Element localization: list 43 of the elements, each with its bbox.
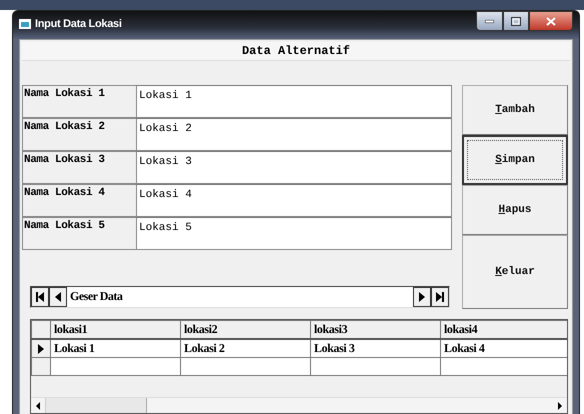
command-button[interactable]: Keluar bbox=[462, 235, 568, 309]
maximize-button[interactable] bbox=[503, 11, 529, 31]
last-record-icon bbox=[434, 291, 446, 303]
table-cell: Lokasi 3 bbox=[310, 339, 440, 358]
table-cell: Lokasi 1 bbox=[50, 339, 180, 358]
minimize-icon bbox=[485, 20, 494, 22]
command-button[interactable]: Hapus bbox=[462, 185, 568, 235]
table-cell: Lokasi 2 bbox=[180, 339, 310, 358]
input-field[interactable]: Lokasi 4 bbox=[136, 184, 452, 217]
current-row-icon bbox=[37, 344, 45, 354]
window-icon bbox=[19, 19, 31, 29]
table-cell: Lokasi 4 bbox=[440, 339, 567, 358]
horizontal-scrollbar[interactable] bbox=[31, 397, 567, 413]
field-label: Nama Lokasi 4 bbox=[22, 184, 136, 217]
input-field[interactable]: Lokasi 3 bbox=[136, 151, 452, 184]
column-header[interactable]: lokasi4 bbox=[440, 320, 567, 339]
first-record-button[interactable] bbox=[31, 287, 49, 307]
column-header[interactable]: lokasi3 bbox=[310, 320, 440, 339]
input-field[interactable]: Lokasi 5 bbox=[136, 217, 452, 250]
close-button[interactable] bbox=[529, 11, 573, 31]
field-label: Nama Lokasi 1 bbox=[22, 85, 136, 118]
close-icon bbox=[546, 16, 556, 26]
command-button[interactable]: Simpan bbox=[462, 135, 568, 185]
first-record-icon bbox=[34, 291, 46, 303]
command-button[interactable]: Tambah bbox=[462, 85, 568, 135]
next-record-button[interactable] bbox=[413, 287, 431, 307]
column-header[interactable]: lokasi1 bbox=[50, 320, 180, 339]
field-label: Nama Lokasi 2 bbox=[22, 118, 136, 151]
form-heading: Data Alternatif bbox=[22, 42, 570, 61]
window-title: Input Data Lokasi bbox=[35, 18, 123, 30]
maximize-icon bbox=[511, 16, 521, 26]
previous-record-button[interactable] bbox=[49, 287, 67, 307]
last-record-button[interactable] bbox=[431, 287, 449, 307]
navigator-caption: Geser Data bbox=[69, 288, 124, 305]
scroll-right-icon[interactable] bbox=[557, 402, 563, 410]
column-header[interactable]: lokasi2 bbox=[180, 320, 310, 339]
row-selector[interactable] bbox=[32, 339, 50, 358]
input-field[interactable]: Lokasi 1 bbox=[136, 85, 452, 118]
input-field[interactable]: Lokasi 2 bbox=[136, 118, 452, 151]
scroll-left-icon[interactable] bbox=[35, 402, 41, 410]
field-label: Nama Lokasi 5 bbox=[22, 217, 136, 250]
minimize-button[interactable] bbox=[476, 11, 503, 31]
field-label: Nama Lokasi 3 bbox=[22, 151, 136, 184]
